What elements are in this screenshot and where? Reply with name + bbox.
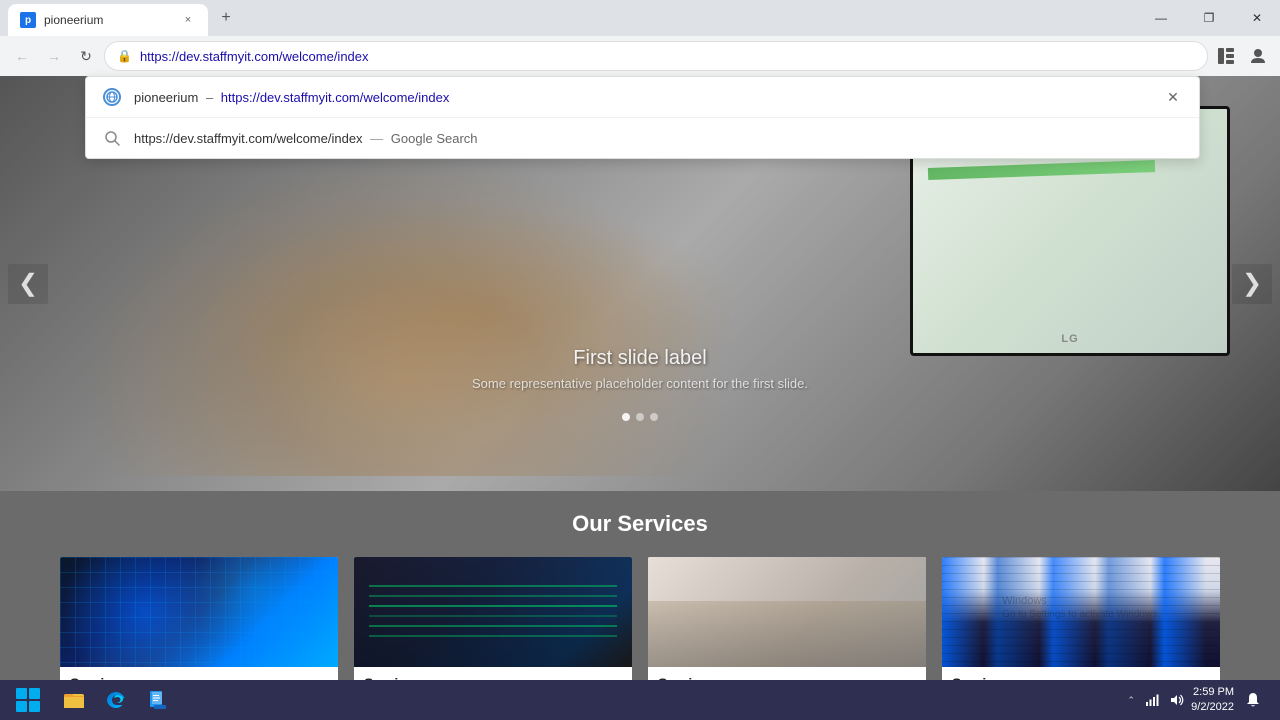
taskbar-clock[interactable]: 2:59 PM 9/2/2022	[1191, 685, 1234, 716]
new-tab-button[interactable]: +	[212, 4, 240, 32]
service-image-3	[648, 557, 926, 667]
service-card-2[interactable]: Service	[354, 557, 632, 680]
clock-time: 2:59 PM	[1191, 685, 1234, 700]
profile-icon	[1249, 47, 1267, 65]
services-grid: Service Service Service Service	[60, 557, 1220, 680]
tab-bar: p pioneerium × + — ❐ ✕	[0, 0, 1280, 36]
services-section: Our Services Service Service Service Ser…	[0, 491, 1280, 680]
hero-image-hands	[80, 156, 730, 476]
volume-icon[interactable]	[1167, 690, 1187, 710]
slide-indicators	[622, 413, 658, 421]
service-card-4[interactable]: Service	[942, 557, 1220, 680]
close-button[interactable]: ✕	[1234, 0, 1280, 36]
edge-browser-icon	[104, 688, 128, 712]
taskbar-files-app[interactable]	[138, 681, 178, 719]
tab-favicon: p	[20, 12, 36, 28]
clock-date: 9/2/2022	[1191, 700, 1234, 715]
autocomplete-search-text: https://dev.staffmyit.com/welcome/index …	[134, 131, 1183, 146]
globe-icon	[102, 87, 122, 107]
file-explorer-icon	[62, 688, 86, 712]
autocomplete-item-search[interactable]: https://dev.staffmyit.com/welcome/index …	[86, 118, 1199, 158]
service-label-2: Service	[354, 667, 632, 680]
slide-indicator-1[interactable]	[622, 413, 630, 421]
tab-title: pioneerium	[44, 13, 172, 27]
main-content: LG First slide label Some representative…	[0, 76, 1280, 680]
refresh-button[interactable]: ↻	[72, 42, 100, 70]
forward-button[interactable]: →	[40, 42, 68, 70]
taskbar: ⌃ 2:59 PM 9/2/2022	[0, 680, 1280, 720]
slide-next-button[interactable]: ❯	[1232, 264, 1272, 304]
monitor-brand-label: LG	[1061, 333, 1078, 345]
start-button[interactable]	[4, 680, 52, 720]
slide-indicator-2[interactable]	[636, 413, 644, 421]
browser-chrome: p pioneerium × + — ❐ ✕ ← → ↻ 🔒 https://d…	[0, 0, 1280, 76]
service-image-2	[354, 557, 632, 667]
address-row: ← → ↻ 🔒 https://dev.staffmyit.com/welcom…	[0, 36, 1280, 76]
slide-description: Some representative placeholder content …	[472, 376, 808, 391]
service-card-3[interactable]: Service	[648, 557, 926, 680]
hero-slide-text: First slide label Some representative pl…	[472, 347, 808, 391]
lock-icon: 🔒	[117, 49, 132, 63]
service-label-4: Service	[942, 667, 1220, 680]
minimize-button[interactable]: —	[1138, 0, 1184, 36]
notification-icon	[1245, 692, 1261, 708]
files-app-icon	[146, 688, 170, 712]
sidebar-icon	[1217, 47, 1235, 65]
active-tab[interactable]: p pioneerium ×	[8, 4, 208, 36]
sidebar-button[interactable]	[1212, 42, 1240, 70]
search-icon	[102, 128, 122, 148]
taskbar-file-explorer[interactable]	[54, 681, 94, 719]
slide-prev-button[interactable]: ❮	[8, 264, 48, 304]
taskbar-edge[interactable]	[96, 681, 136, 719]
service-label-1: Service	[60, 667, 338, 680]
taskbar-right: ⌃ 2:59 PM 9/2/2022	[1115, 685, 1276, 716]
service-card-1[interactable]: Service	[60, 557, 338, 680]
maximize-button[interactable]: ❐	[1186, 0, 1232, 36]
window-controls: — ❐ ✕	[1138, 0, 1280, 36]
monitor-ruler	[928, 160, 1155, 180]
tab-close-button[interactable]: ×	[180, 12, 196, 28]
slide-label: First slide label	[472, 347, 808, 370]
notification-button[interactable]	[1238, 685, 1268, 715]
autocomplete-item-site[interactable]: pioneerium – https://dev.staffmyit.com/w…	[86, 77, 1199, 118]
profile-button[interactable]	[1244, 42, 1272, 70]
service-label-3: Service	[648, 667, 926, 680]
service-image-1	[60, 557, 338, 667]
autocomplete-site-text: pioneerium – https://dev.staffmyit.com/w…	[134, 90, 1151, 105]
globe-icon-inner	[103, 88, 121, 106]
back-button[interactable]: ←	[8, 42, 36, 70]
address-bar[interactable]: 🔒 https://dev.staffmyit.com/welcome/inde…	[104, 41, 1208, 71]
autocomplete-close-button[interactable]: ✕	[1163, 87, 1183, 107]
slide-indicator-3[interactable]	[650, 413, 658, 421]
windows-logo-icon	[16, 688, 40, 712]
service-image-4	[942, 557, 1220, 667]
services-title: Our Services	[60, 511, 1220, 537]
network-icon[interactable]	[1143, 690, 1163, 710]
sys-tray-expand-button[interactable]: ⌃	[1123, 685, 1139, 715]
address-text: https://dev.staffmyit.com/welcome/index	[140, 49, 1195, 64]
autocomplete-dropdown: pioneerium – https://dev.staffmyit.com/w…	[85, 76, 1200, 159]
